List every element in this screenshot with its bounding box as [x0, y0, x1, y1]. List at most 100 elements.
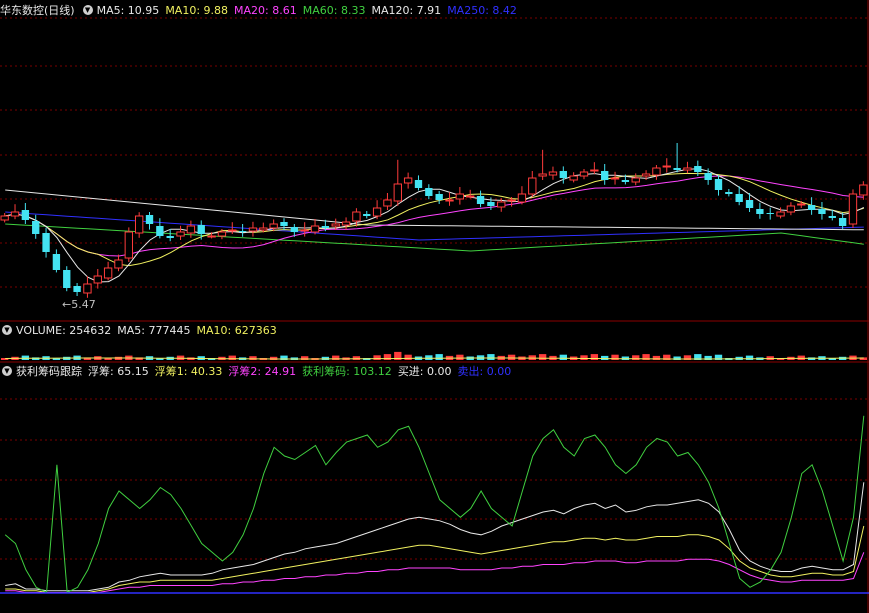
candle-body-down [621, 180, 630, 182]
candle-body-up [548, 171, 558, 176]
stock-title[interactable]: 华东数控(日线) [0, 4, 75, 17]
volume-panel-header: ▼ VOLUME: 254632 MA5: 777445 MA10: 627363 [0, 323, 283, 339]
candle-body-up [517, 193, 527, 203]
candle-body-down [52, 254, 61, 270]
candle-body-up [176, 231, 185, 237]
candle-body-down [735, 194, 743, 202]
candle-body-down [766, 213, 774, 214]
candle-body-down [807, 205, 816, 210]
candle-body-up [269, 223, 278, 229]
candle-body-down [197, 225, 205, 234]
volume-bar [249, 356, 257, 360]
chevron-down-icon[interactable]: ▼ [2, 366, 12, 376]
candle-body-down [476, 196, 485, 204]
candle-body-down [559, 171, 567, 178]
indicator-title[interactable]: 获利筹码跟踪 [16, 365, 82, 378]
candle-body-down [425, 188, 433, 196]
candle-body-down [756, 209, 764, 214]
candle-body-up [207, 235, 216, 238]
candle-body-up [652, 167, 661, 176]
candle-body-up [445, 199, 454, 202]
candle-body-up [310, 225, 320, 233]
volume-bar [21, 355, 30, 360]
volume-bar [404, 354, 412, 360]
volume-bar [797, 355, 805, 360]
candle-body-up [331, 223, 340, 227]
candle-body-up [631, 177, 640, 183]
volume-bar [559, 354, 567, 360]
candle-body-up [528, 177, 537, 195]
volume-bar [228, 355, 236, 360]
volume-bar [352, 356, 361, 360]
candle-body-up [217, 231, 227, 237]
volume-ma5: MA5: 777445 [117, 324, 191, 337]
candle-body-up [610, 177, 620, 180]
candle-body-up [641, 173, 651, 177]
candle-body-down [745, 200, 754, 208]
ma120-line [5, 189, 864, 231]
candle-body-up [341, 221, 351, 226]
panel-frames [0, 0, 869, 613]
candle-body-up [103, 267, 113, 279]
volume-value: VOLUME: 254632 [16, 324, 112, 337]
candle-body-up [372, 207, 382, 217]
indicator-sell: 卖出: 0.00 [457, 365, 512, 378]
chevron-down-icon[interactable]: ▼ [82, 5, 93, 15]
indicator-float2: 浮筹2: 24.91 [228, 365, 297, 378]
volume-bar [601, 355, 609, 360]
candle-body-up [93, 275, 102, 284]
candle-body-down [280, 222, 288, 226]
volume-bar [621, 356, 630, 360]
candle-body-up [124, 231, 133, 259]
volume-bar [538, 354, 547, 360]
candle-body-up [590, 169, 599, 172]
candle-body-up [0, 215, 9, 221]
legend-ma5: MA5: 10.95 [96, 4, 160, 17]
candle-body-up [776, 211, 785, 217]
legend-ma60: MA60: 8.33 [302, 4, 366, 17]
candle-body-down [145, 215, 154, 224]
candle-body-up [10, 211, 20, 217]
indicator-buy: 买进: 0.00 [397, 365, 452, 378]
candle-body-up [134, 215, 144, 234]
candle-body-down [166, 236, 174, 238]
ma60-line [5, 223, 864, 252]
candle-body-down [238, 231, 247, 232]
volume-bar [745, 355, 754, 360]
candle-body-up [466, 195, 475, 198]
candle-body-up [497, 201, 506, 208]
candle-body-down [838, 218, 847, 226]
profit-chip-lines[interactable] [0, 415, 869, 594]
volume-bar [456, 354, 464, 360]
indicator-profit: 获利筹码: 103.12 [302, 365, 392, 378]
candle-body-up [228, 229, 237, 232]
candle-body-down [321, 226, 330, 228]
volume-bars[interactable] [1, 351, 867, 360]
volume-bar [321, 356, 330, 360]
candle-body-up [786, 205, 796, 213]
legend-ma120: MA120: 7.91 [371, 4, 442, 17]
candle-body-up [403, 177, 413, 184]
volume-bar [425, 355, 433, 360]
candle-body-up [352, 211, 361, 222]
volume-bar [176, 355, 185, 360]
volume-bar [373, 355, 381, 360]
candle-body-down [714, 179, 723, 190]
stock-chart-canvas[interactable] [0, 0, 869, 613]
candle-body-down [487, 202, 495, 206]
candle-body-down [42, 233, 50, 252]
candle-body-up [455, 193, 465, 200]
legend-ma10: MA10: 9.88 [165, 4, 229, 17]
main-panel-header: 华东数控(日线) ▼ MA5: 10.95 MA10: 9.88 MA20: 8.61 M… [0, 3, 523, 19]
chevron-down-icon[interactable]: ▼ [2, 325, 12, 335]
candle-body-up [300, 229, 309, 232]
candle-body-up [683, 167, 692, 171]
indicator-line-获利筹码 [4, 415, 865, 594]
candle-body-up [848, 193, 858, 225]
volume-bar [383, 354, 392, 360]
candle-body-down [828, 216, 836, 218]
candle-body-up [259, 227, 268, 231]
volume-bar [487, 354, 495, 360]
candle-body-up [569, 175, 578, 181]
candle-body-down [601, 171, 609, 180]
